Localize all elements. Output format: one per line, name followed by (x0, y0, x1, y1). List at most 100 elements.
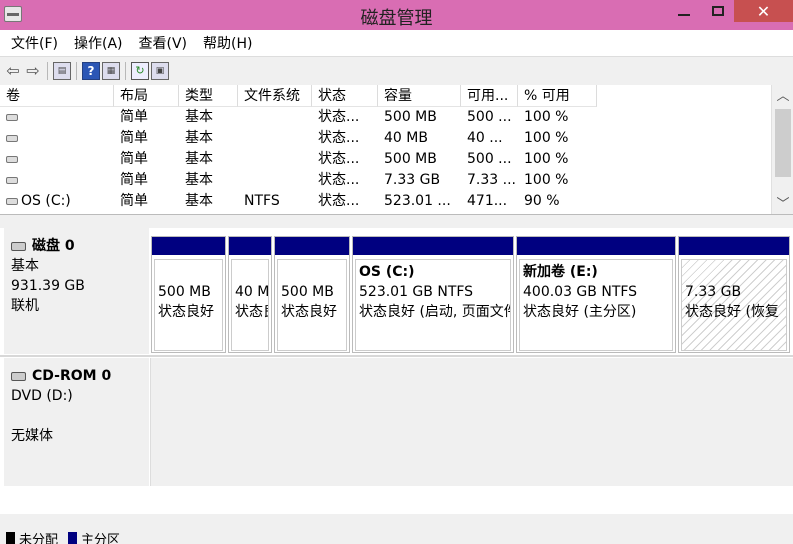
partition-status: 状态良好 (启动, 页面文件 (359, 304, 511, 320)
cell-status: 状态... (318, 130, 360, 146)
rescan-disks-icon[interactable]: ▣ (151, 61, 169, 80)
partition-2[interactable]: 40 MB 状态良好 (228, 236, 272, 353)
cdrom-0-label[interactable]: CD-ROM 0 DVD (D:) 无媒体 (4, 358, 149, 486)
legend-primary-swatch (68, 532, 78, 544)
volume-name: OS (C:) (21, 193, 71, 209)
partition-name (235, 262, 265, 282)
scroll-up-icon[interactable]: ︿ (772, 87, 793, 107)
cell-layout: 简单 (120, 109, 148, 125)
cell-type: 基本 (185, 172, 213, 188)
cell-filesystem (238, 149, 312, 170)
partition-status: 状态良好 (主分区) (523, 304, 637, 320)
cell-free-space: 471... (467, 193, 508, 209)
help-icon[interactable]: ? (82, 61, 100, 80)
partition-size: 400.03 GB NTFS (523, 284, 638, 300)
cell-filesystem (238, 128, 312, 149)
volume-list-header: 卷 布局 类型 文件系统 状态 容量 可用... % 可用 (0, 85, 770, 107)
cell-status: 状态... (318, 193, 360, 209)
cell-percent-free: 100 % (524, 109, 569, 125)
menu-help[interactable]: 帮助(H) (195, 33, 260, 53)
menu-view[interactable]: 查看(V) (131, 33, 196, 53)
cell-capacity: 523.01 ... (384, 193, 451, 209)
legend-primary: 主分区 (81, 533, 121, 544)
cdrom-0-media: 无媒体 (11, 428, 53, 444)
partition-bar (275, 237, 349, 255)
column-header-capacity[interactable]: 容量 (378, 85, 461, 107)
volume-list: 卷 布局 类型 文件系统 状态 容量 可用... % 可用 简单 基本 状态..… (0, 85, 793, 215)
table-row[interactable]: 简单 基本 状态... 500 MB 500 ... 100 % (0, 149, 770, 170)
forward-arrow-icon[interactable]: ⇨ (24, 61, 42, 80)
minimize-button[interactable] (666, 0, 702, 22)
partition-name (685, 262, 783, 282)
disk-0-size: 931.39 GB (11, 278, 85, 294)
partition-recovery[interactable]: 7.33 GB 状态良好 (恢复 (678, 236, 790, 353)
volume-icon (6, 114, 18, 121)
partition-size: 500 MB (281, 284, 334, 300)
cell-type: 基本 (185, 151, 213, 167)
disk-0-type: 基本 (11, 258, 39, 274)
cdrom-0-area[interactable] (150, 358, 793, 486)
menu-bar: 文件(F) 操作(A) 查看(V) 帮助(H) (0, 30, 793, 56)
column-header-volume[interactable]: 卷 (0, 85, 114, 107)
cell-layout: 简单 (120, 193, 148, 209)
cell-free-space: 500 ... (467, 109, 512, 125)
cell-percent-free: 90 % (524, 193, 560, 209)
column-header-status[interactable]: 状态 (312, 85, 378, 107)
partition-bar (353, 237, 513, 255)
maximize-button[interactable] (702, 0, 734, 22)
properties-icon[interactable]: ▦ (102, 61, 120, 80)
scroll-down-icon[interactable]: ﹀ (772, 195, 793, 214)
cell-layout: 简单 (120, 130, 148, 146)
title-bar: 磁盘管理 ✕ (0, 0, 793, 30)
partition-size: 523.01 GB NTFS (359, 284, 474, 300)
console-tree-icon[interactable]: ▤ (53, 61, 71, 80)
menu-action[interactable]: 操作(A) (66, 33, 131, 53)
cell-percent-free: 100 % (524, 151, 569, 167)
cell-capacity: 500 MB (384, 151, 437, 167)
partition-new-volume-e[interactable]: 新加卷 (E:) 400.03 GB NTFS 状态良好 (主分区) (516, 236, 676, 353)
legend-unallocated: 未分配 (19, 533, 59, 544)
column-header-layout[interactable]: 布局 (114, 85, 179, 107)
partition-3[interactable]: 500 MB 状态良好 (274, 236, 350, 353)
scrollbar-thumb[interactable] (775, 109, 791, 177)
table-row[interactable]: 简单 基本 状态... 7.33 GB 7.33 ... 100 % (0, 170, 770, 191)
partition-1[interactable]: 500 MB 状态良好 (151, 236, 226, 353)
refresh-icon[interactable]: ↻ (131, 61, 149, 80)
back-arrow-icon[interactable]: ⇦ (4, 61, 22, 80)
disk-0-state: 联机 (11, 298, 39, 314)
cell-filesystem (238, 107, 312, 128)
disk-0-label[interactable]: 磁盘 0 基本 931.39 GB 联机 (4, 228, 149, 354)
partition-os-c[interactable]: OS (C:) 523.01 GB NTFS 状态良好 (启动, 页面文件 (352, 236, 514, 353)
cell-type: 基本 (185, 193, 213, 209)
volume-rows: 简单 基本 状态... 500 MB 500 ... 100 % 简单 基本 状… (0, 107, 770, 212)
cdrom-0-drive: DVD (D:) (11, 388, 73, 404)
cdrom-0-spacer (11, 406, 142, 426)
column-header-percent-free[interactable]: % 可用 (518, 85, 597, 107)
cell-capacity: 40 MB (384, 130, 428, 146)
cell-filesystem (238, 170, 312, 191)
close-button[interactable]: ✕ (734, 0, 793, 22)
partition-name: 新加卷 (E:) (523, 264, 598, 280)
menu-file[interactable]: 文件(F) (3, 33, 66, 53)
column-header-type[interactable]: 类型 (179, 85, 238, 107)
partition-name (158, 262, 219, 282)
cell-free-space: 40 ... (467, 130, 503, 146)
partition-status: 状态良好 (281, 304, 337, 320)
cell-type: 基本 (185, 109, 213, 125)
disk-0-name: 磁盘 0 (32, 238, 75, 254)
column-header-free-space[interactable]: 可用... (461, 85, 518, 107)
cell-percent-free: 100 % (524, 130, 569, 146)
table-row[interactable]: 简单 基本 状态... 500 MB 500 ... 100 % (0, 107, 770, 128)
legend: 未分配 主分区 (0, 528, 793, 544)
maximize-icon (712, 6, 724, 16)
cell-free-space: 500 ... (467, 151, 512, 167)
table-row[interactable]: OS (C:) 简单 基本 NTFS 状态... 523.01 ... 471.… (0, 191, 770, 212)
cell-filesystem: NTFS (244, 193, 280, 209)
partition-status: 状态良好 (235, 304, 268, 320)
partition-size: 40 MB (235, 284, 269, 300)
volume-list-scrollbar[interactable]: ︿ ﹀ (771, 85, 793, 214)
cell-status: 状态... (318, 151, 360, 167)
cell-free-space: 7.33 ... (467, 172, 516, 188)
column-header-filesystem[interactable]: 文件系统 (238, 85, 312, 107)
table-row[interactable]: 简单 基本 状态... 40 MB 40 ... 100 % (0, 128, 770, 149)
